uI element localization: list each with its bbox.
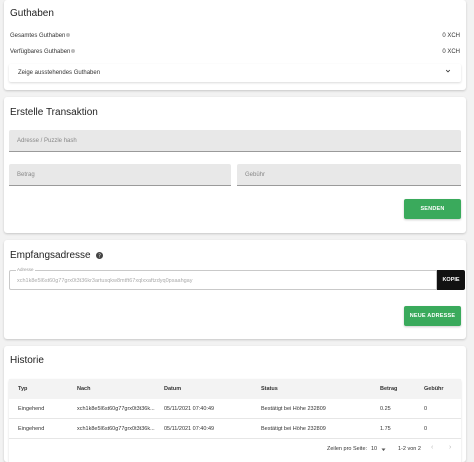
column-header[interactable]: Typ — [18, 386, 27, 392]
column-header[interactable]: Betrag — [380, 386, 397, 392]
rows-per-page-select[interactable]: 10 — [371, 444, 387, 454]
amount-input[interactable]: Betrag — [9, 164, 231, 186]
rows-per-page-label: Zeilen pro Seite: — [327, 446, 368, 452]
receive-title-text: Empfangsadresse — [10, 250, 91, 261]
rows-per-page-value: 10 — [371, 446, 378, 452]
total-balance-label: Gesamtes Guthaben — [10, 33, 71, 39]
cell-type: Eingehend — [18, 406, 45, 412]
table-row[interactable]: Eingehend xch1k8e5l6st60g77grx0t3t36k...… — [9, 399, 461, 419]
cell-date: 05/11/2021 07:40:49 — [164, 426, 215, 432]
new-address-button[interactable]: NEUE ADRESSE — [404, 306, 461, 326]
page-range: 1-2 von 2 — [398, 446, 421, 452]
cell-fee: 0 — [424, 426, 428, 432]
address-placeholder: Adresse / Puzzle hash — [17, 138, 77, 144]
transaction-title: Erstelle Transaktion — [10, 107, 98, 118]
address-input[interactable]: Adresse / Puzzle hash — [9, 130, 461, 152]
spendable-balance-value: 0 XCH — [442, 49, 460, 55]
help-icon[interactable] — [71, 49, 76, 54]
cell-to: xch1k8e5l6st60g77grx0t3t36k... — [77, 426, 155, 432]
column-header[interactable]: Nach — [77, 386, 90, 392]
help-icon[interactable] — [66, 33, 71, 38]
cell-amount: 1.75 — [380, 426, 391, 432]
history-table: Typ Nach Datum Status Betrag Gebühr Eing… — [9, 379, 461, 462]
transaction-card: Erstelle Transaktion Adresse / Puzzle ha… — [4, 97, 466, 233]
table-header: Typ Nach Datum Status Betrag Gebühr — [9, 379, 461, 399]
cell-date: 05/11/2021 07:40:49 — [164, 406, 215, 412]
table-row[interactable]: Eingehend xch1k8e5l6st60g77grx0t3t36k...… — [9, 419, 461, 439]
spendable-balance-label-text: Verfügbares Guthaben — [10, 49, 71, 55]
table-pagination: Zeilen pro Seite: 10 1-2 von 2 ‹ › — [9, 439, 461, 459]
column-header[interactable]: Datum — [164, 386, 181, 392]
spendable-balance-label: Verfügbares Guthaben — [10, 49, 76, 55]
cell-status: Bestätigt bei Höhe 232809 — [261, 426, 326, 432]
pending-balance-expander[interactable]: Zeige ausstehendes Guthaben — [9, 64, 461, 82]
chevron-left-icon[interactable]: ‹ — [431, 444, 433, 451]
balance-card: Guthaben Gesamtes Guthaben 0 XCH Verfügb… — [4, 0, 466, 90]
receive-card: Empfangsadresse ? Adresse xch1k8e5l6st60… — [4, 240, 466, 339]
cell-amount: 0.25 — [380, 406, 391, 412]
pending-balance-label: Zeige ausstehendes Guthaben — [18, 70, 101, 76]
balance-title: Guthaben — [10, 8, 54, 19]
receive-address-field[interactable]: Adresse xch1k8e5l6st60g77grx0t3t36kr3art… — [9, 267, 437, 290]
chevron-right-icon[interactable]: › — [449, 444, 451, 451]
send-button[interactable]: SENDEN — [404, 199, 461, 219]
amount-placeholder: Betrag — [17, 172, 35, 178]
cell-fee: 0 — [424, 406, 428, 412]
copy-button[interactable]: KOPIE — [437, 270, 465, 290]
total-balance-value: 0 XCH — [442, 33, 460, 39]
receive-address-legend: Adresse — [16, 267, 35, 272]
total-balance-label-text: Gesamtes Guthaben — [10, 33, 66, 39]
fee-input[interactable]: Gebühr — [237, 164, 461, 186]
cell-type: Eingehend — [18, 426, 45, 432]
question-icon[interactable]: ? — [96, 251, 104, 259]
cell-status: Bestätigt bei Höhe 232809 — [261, 406, 326, 412]
receive-address-value: xch1k8e5l6st60g77grx0t3t36kr3artusqkw8mt… — [17, 278, 193, 284]
receive-title: Empfangsadresse ? — [10, 250, 104, 261]
chevron-down-icon — [445, 69, 451, 73]
column-header[interactable]: Gebühr — [424, 386, 444, 392]
dropdown-arrow-icon — [381, 448, 386, 451]
fee-placeholder: Gebühr — [245, 172, 266, 178]
column-header[interactable]: Status — [261, 386, 278, 392]
history-card: Historie Typ Nach Datum Status Betrag Ge… — [4, 346, 466, 462]
history-title: Historie — [10, 355, 44, 366]
svg-text:?: ? — [99, 253, 102, 259]
cell-to: xch1k8e5l6st60g77grx0t3t36k... — [77, 406, 155, 412]
